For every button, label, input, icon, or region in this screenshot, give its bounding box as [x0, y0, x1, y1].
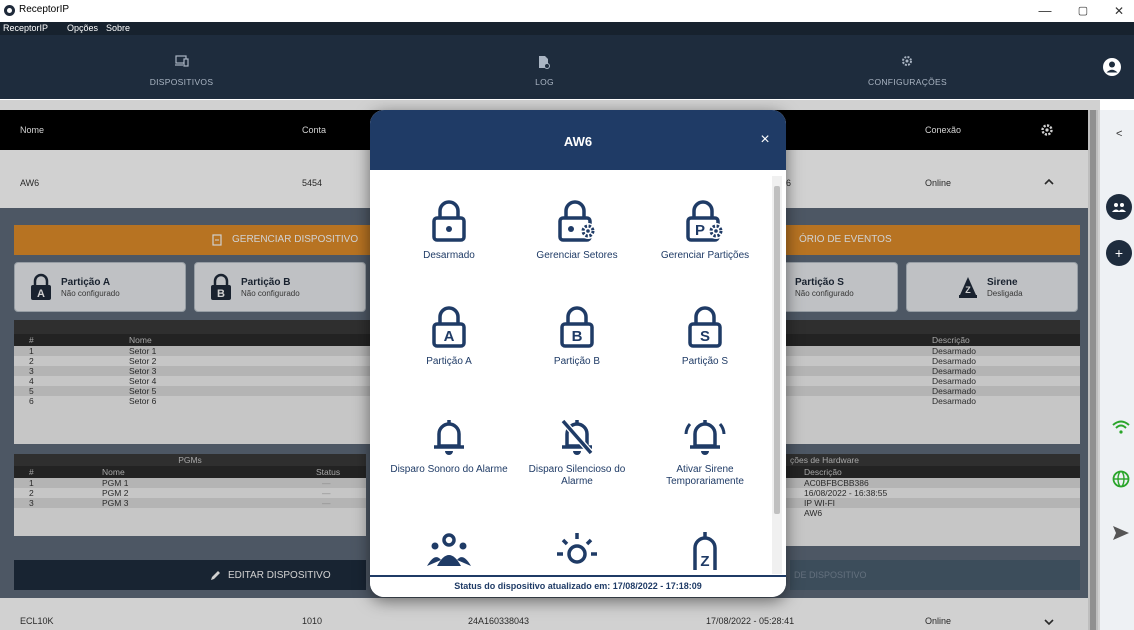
user-account-button[interactable] — [1090, 35, 1134, 99]
tile-siren-z[interactable]: Z — [640, 530, 770, 574]
modal-close-button[interactable]: × — [755, 130, 775, 150]
globe-icon[interactable] — [1112, 470, 1130, 488]
modal-title: AW6 — [563, 134, 593, 149]
users-icon — [1112, 203, 1126, 212]
svg-text:S: S — [700, 328, 710, 345]
tab-log[interactable]: LOG — [363, 35, 726, 99]
tile-label: Gerenciar Partições — [660, 250, 750, 261]
tile-particao-b[interactable]: B Partição B — [512, 304, 642, 368]
bell-icon — [434, 420, 464, 455]
main-nav: DISPOSITIVOS LOG CONFIGURAÇÕES — [0, 35, 1090, 99]
tile-label: Partição B — [553, 356, 601, 367]
tile-label: Ativar Sirene Temporariamente — [666, 464, 744, 487]
lock-s-icon: S — [688, 306, 722, 348]
users-button[interactable] — [1106, 194, 1132, 220]
tile-label: Partição A — [426, 356, 472, 367]
lock-a-icon: A — [432, 306, 466, 348]
tile-label: Partição S — [681, 356, 729, 367]
users-icon — [427, 533, 471, 566]
svg-text:B: B — [572, 328, 583, 345]
partition-gear-icon: P — [686, 200, 724, 242]
modal-scrollbar-thumb[interactable] — [774, 186, 780, 514]
add-device-button[interactable]: + — [1106, 240, 1132, 266]
modal-status-bar: Status do dispositivo atualizado em: 17/… — [370, 575, 786, 597]
tile-users[interactable] — [384, 530, 514, 574]
tile-disparo-silencioso[interactable]: Disparo Silencioso do Alarme — [512, 416, 642, 488]
devices-icon — [175, 55, 189, 67]
siren-z-icon: Z — [693, 532, 717, 570]
tile-bulb[interactable] — [512, 530, 642, 574]
log-icon — [539, 56, 550, 69]
menu-receptorip[interactable]: ReceptorIP — [3, 22, 48, 35]
send-icon[interactable] — [1112, 525, 1130, 541]
tile-gerenciar-setores[interactable]: Gerenciar Setores — [512, 198, 642, 262]
maximize-button[interactable]: ▢ — [1068, 1, 1098, 21]
minimize-button[interactable]: — — [1030, 1, 1060, 21]
tab-dispositivos[interactable]: DISPOSITIVOS — [0, 35, 363, 99]
modal-body: Desarmado Gerenciar Setores P Gerenciar … — [370, 170, 786, 575]
menu-sobre[interactable]: Sobre — [106, 22, 130, 35]
bell-ring-icon — [684, 420, 726, 455]
svg-text:A: A — [444, 328, 455, 345]
lock-b-icon: B — [560, 306, 594, 348]
tile-gerenciar-particoes[interactable]: P Gerenciar Partições — [640, 198, 770, 262]
tab-dispositivos-label: DISPOSITIVOS — [149, 77, 214, 87]
svg-text:Z: Z — [700, 553, 709, 570]
bell-off-icon — [560, 419, 594, 455]
bulb-icon — [557, 533, 597, 564]
wifi-icon[interactable] — [1112, 420, 1130, 434]
user-icon — [1103, 58, 1121, 76]
menu-opcoes[interactable]: Opções — [67, 22, 98, 35]
collapse-side-button[interactable]: < — [1116, 128, 1122, 140]
tile-desarmado[interactable]: Desarmado — [384, 198, 514, 262]
tile-label: Gerenciar Setores — [536, 250, 618, 261]
tile-particao-a[interactable]: A Partição A — [384, 304, 514, 368]
app-logo-icon — [4, 5, 15, 16]
menu-bar: ReceptorIP Opções Sobre — [0, 22, 1134, 35]
tile-disparo-sonoro[interactable]: Disparo Sonoro do Alarme — [384, 416, 514, 476]
tab-configuracoes-label: CONFIGURAÇÕES — [868, 77, 947, 87]
modal-header: AW6 × — [370, 110, 786, 170]
tab-configuracoes[interactable]: CONFIGURAÇÕES — [726, 35, 1089, 99]
tile-label: Disparo Sonoro do Alarme — [390, 464, 508, 475]
side-panel: < — [1100, 110, 1134, 630]
tile-ativar-sirene[interactable]: Ativar Sirene Temporariamente — [640, 416, 770, 488]
settings-icon — [902, 56, 912, 66]
title-bar: ReceptorIP — ▢ ✕ — [0, 0, 1134, 22]
lock-gear-icon — [558, 200, 596, 242]
tile-label: Desarmado — [423, 250, 475, 261]
lock-open-icon — [432, 200, 466, 242]
svg-text:P: P — [695, 222, 705, 239]
tile-label: Disparo Silencioso do Alarme — [528, 464, 626, 487]
window-title: ReceptorIP — [19, 4, 70, 15]
device-actions-modal: AW6 × Desarmado Gerenciar Setores P Gere… — [370, 110, 786, 597]
tab-log-label: LOG — [535, 77, 554, 87]
close-window-button[interactable]: ✕ — [1104, 1, 1134, 21]
tile-particao-s[interactable]: S Partição S — [640, 304, 770, 368]
